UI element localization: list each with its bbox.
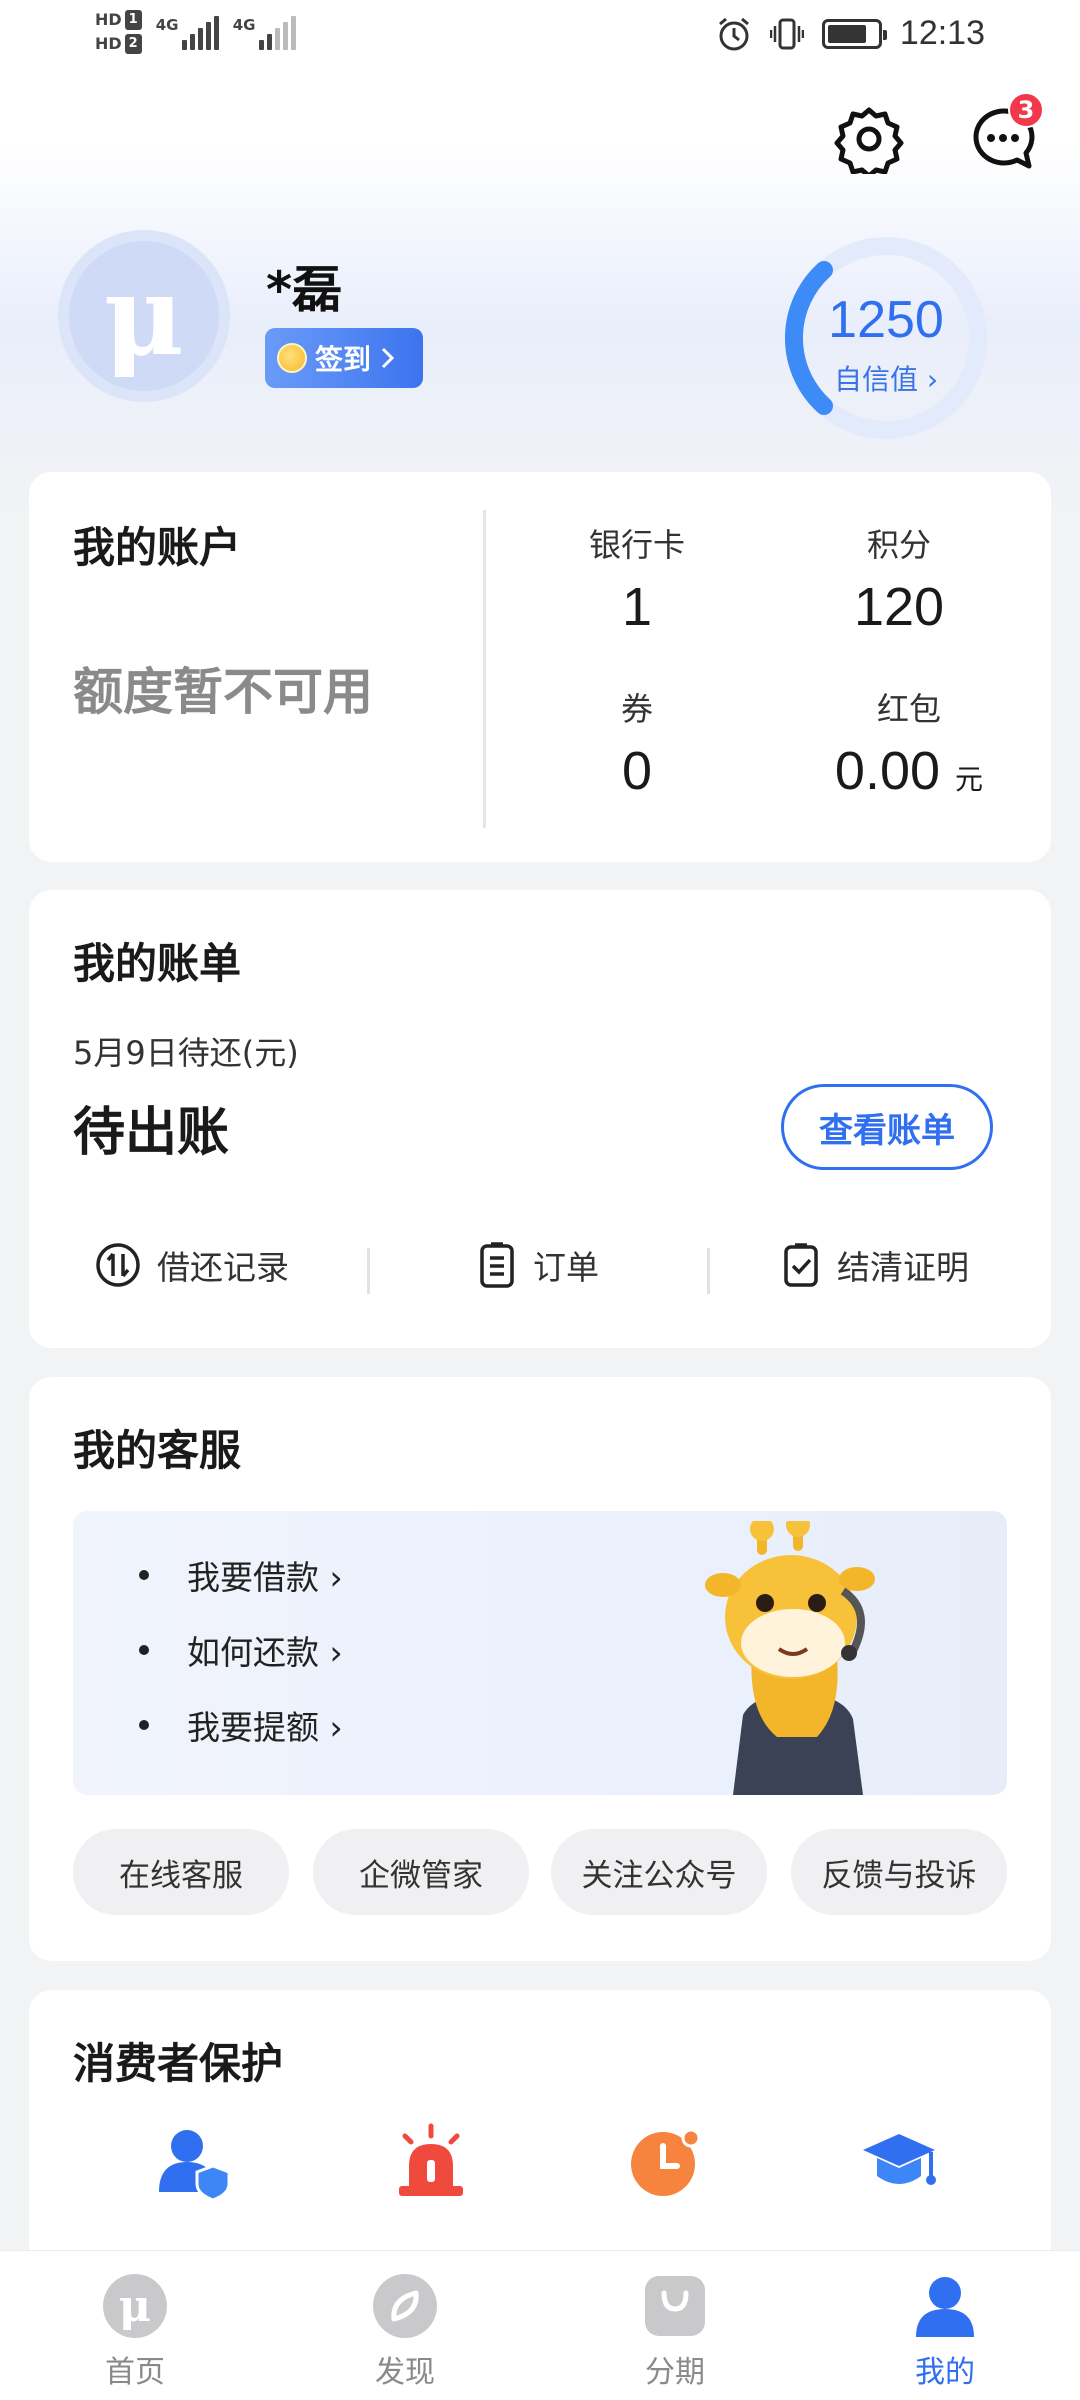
protection-title: 消费者保护: [73, 2039, 284, 2088]
orders-link[interactable]: 订单: [477, 1230, 599, 1300]
sim2-indicator: HD 2: [95, 34, 142, 54]
unread-badge: 3: [1008, 92, 1044, 128]
faq-panel: 我要借款 › 如何还款 › 我要提额 ›: [73, 1511, 1007, 1795]
stat-bank-card[interactable]: 银行卡 1: [517, 520, 757, 638]
credit-score-widget[interactable]: 1250 自信值 ›: [780, 232, 992, 444]
installment-bag-icon: [645, 2276, 705, 2336]
exchange-icon: [96, 1243, 140, 1287]
clock: 12:13: [899, 14, 985, 52]
faq-item[interactable]: 如何还款 ›: [139, 1626, 343, 1674]
faq-item[interactable]: 我要借款 ›: [139, 1551, 343, 1599]
nav-profile[interactable]: 我的: [845, 2251, 1045, 2400]
credit-score: 1250: [828, 291, 944, 349]
coin-icon: [277, 343, 307, 373]
avatar-logo: μ: [69, 241, 219, 391]
messages-button[interactable]: 3: [968, 92, 1044, 174]
follow-official-account-button[interactable]: 关注公众号: [551, 1829, 767, 1915]
avatar[interactable]: μ: [58, 230, 230, 402]
settlement-certificate-link[interactable]: 结清证明: [781, 1230, 969, 1300]
bill-due-date: 5月9日待还(元): [73, 1034, 299, 1072]
repayment-records-link[interactable]: 借还记录: [95, 1230, 289, 1300]
bill-status: 待出账: [73, 1103, 230, 1163]
vibrate-icon: [769, 18, 804, 49]
giraffe-mascot-illustration: [705, 1521, 875, 1795]
bill-title: 我的账单: [73, 939, 242, 988]
wecom-steward-button[interactable]: 企微管家: [313, 1829, 529, 1915]
feedback-complaint-button[interactable]: 反馈与投诉: [791, 1829, 1007, 1915]
stat-points[interactable]: 积分 120: [779, 520, 1019, 638]
credit-label: 自信值 ›: [833, 363, 939, 396]
nav-installment[interactable]: 分期: [575, 2251, 775, 2400]
separator: [367, 1248, 370, 1294]
bottom-nav: μ 首页 发现 分期 我的: [0, 2250, 1080, 2400]
svg-text:μ: μ: [119, 2281, 151, 2332]
profile-icon: [916, 2277, 974, 2337]
credit-status: 额度暂不可用: [73, 663, 373, 721]
account-title: 我的账户: [73, 523, 242, 572]
account-card: 我的账户 额度暂不可用 银行卡 1 积分 120 券0 红包 0.00 元: [29, 472, 1051, 862]
alarm-icon: [718, 17, 749, 50]
faq-item[interactable]: 我要提额 ›: [139, 1701, 343, 1749]
nav-home[interactable]: μ 首页: [35, 2251, 235, 2400]
home-icon: μ: [103, 2274, 167, 2338]
chevron-right-icon: [381, 347, 395, 369]
battery-icon: [821, 18, 887, 49]
signal-1-icon: 4G: [156, 14, 219, 50]
nav-discover[interactable]: 发现: [305, 2251, 505, 2400]
clock-timer-icon[interactable]: [625, 2122, 705, 2202]
protection-card: 消费者保护: [29, 1990, 1051, 2290]
user-name: *磊: [266, 261, 343, 319]
status-bar: HD 1 HD 2 4G 4G 12:13: [0, 0, 1080, 80]
stat-red-packet[interactable]: 红包 0.00 元: [789, 684, 1029, 802]
service-card: 我的客服 我要借款 › 如何还款 › 我要提额 › 在线客服 企微管家 关注公众…: [29, 1377, 1051, 1961]
service-title: 我的客服: [73, 1426, 242, 1475]
order-list-icon: [480, 1242, 514, 1288]
discover-icon: [373, 2274, 437, 2338]
stat-coupons[interactable]: 券0: [517, 684, 757, 802]
view-bill-button[interactable]: 查看账单: [781, 1084, 993, 1170]
online-service-button[interactable]: 在线客服: [73, 1829, 289, 1915]
bill-card: 我的账单 5月9日待还(元) 待出账 查看账单 借还记录 订单 结清证明: [29, 890, 1051, 1348]
separator: [707, 1248, 710, 1294]
signin-button[interactable]: 签到: [265, 328, 423, 388]
graduation-cap-icon[interactable]: [859, 2122, 939, 2202]
signal-2-icon: 4G: [233, 14, 296, 50]
divider: [483, 510, 486, 828]
signin-label: 签到: [315, 343, 372, 376]
alarm-siren-icon[interactable]: [391, 2122, 471, 2202]
clipboard-check-icon: [784, 1243, 818, 1287]
user-shield-icon[interactable]: [155, 2122, 235, 2202]
settings-gear-icon[interactable]: [834, 104, 904, 174]
sim1-indicator: HD 1: [95, 10, 142, 30]
